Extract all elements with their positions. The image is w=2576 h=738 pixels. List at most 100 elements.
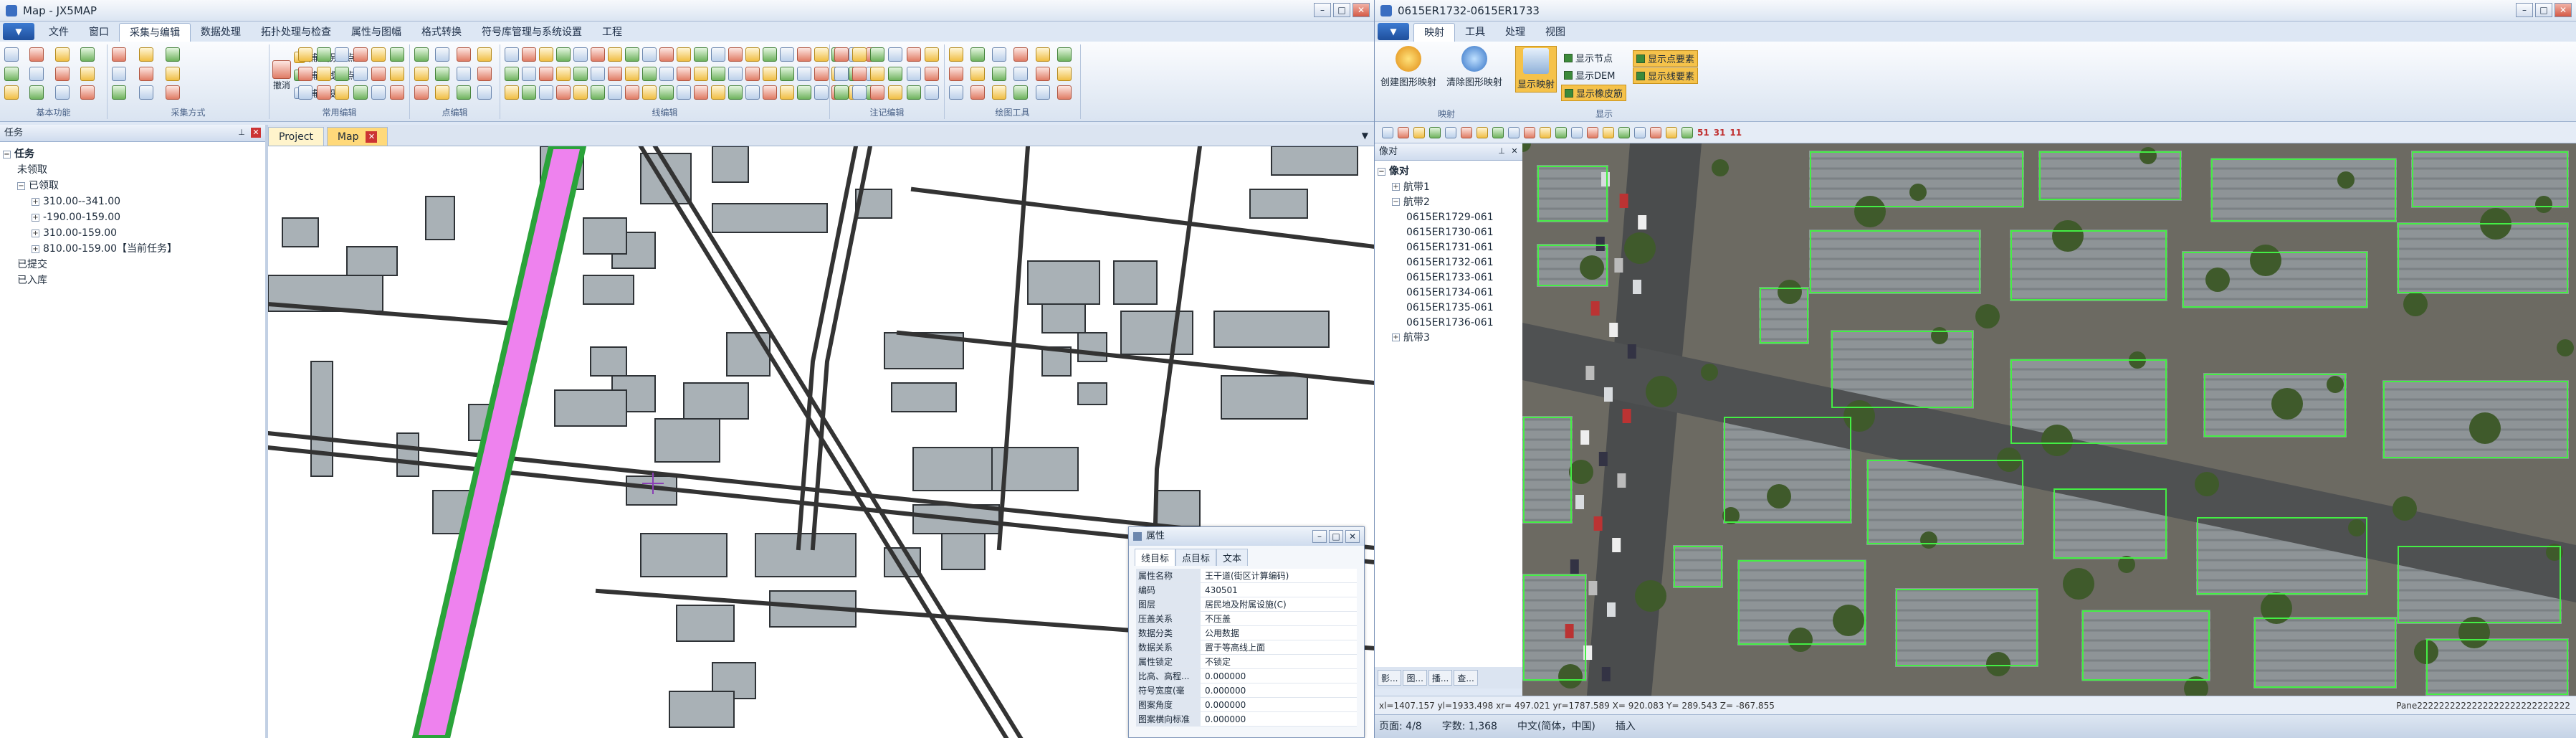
ribbon-tool-icon[interactable] bbox=[414, 85, 429, 100]
ribbon-tool-icon[interactable] bbox=[763, 66, 777, 81]
ribbon-tool-icon[interactable] bbox=[642, 85, 657, 100]
building[interactable] bbox=[583, 217, 627, 255]
building[interactable] bbox=[1113, 260, 1158, 305]
ribbon-tool-icon[interactable] bbox=[906, 47, 921, 62]
property-row[interactable]: 属性名称 王干道(街区计算编码) bbox=[1136, 569, 1357, 583]
minimize-button[interactable]: – bbox=[1312, 530, 1327, 543]
ribbon-tool-icon[interactable] bbox=[112, 66, 126, 81]
menu-tab[interactable]: 文件 bbox=[39, 23, 79, 42]
building[interactable] bbox=[590, 346, 627, 377]
ribbon-tool-icon[interactable] bbox=[54, 47, 70, 62]
property-value[interactable]: 不压盖 bbox=[1201, 612, 1357, 625]
ribbon-tool-icon[interactable] bbox=[522, 66, 536, 81]
image-tool-icon[interactable] bbox=[1634, 126, 1646, 138]
property-row[interactable]: 编码 430501 bbox=[1136, 583, 1357, 597]
image-tool-icon[interactable] bbox=[1650, 126, 1661, 138]
display-checkbox[interactable]: 显示节点 bbox=[1561, 50, 1616, 65]
ribbon-tool-icon[interactable] bbox=[834, 66, 849, 81]
ribbon-tool-icon[interactable] bbox=[522, 85, 536, 100]
building[interactable] bbox=[676, 605, 735, 642]
ribbon-tool-icon[interactable] bbox=[992, 85, 1007, 100]
ribbon-tool-icon[interactable] bbox=[298, 85, 313, 100]
status-insert-mode[interactable]: 插入 bbox=[1616, 715, 1636, 738]
ribbon-tool-icon[interactable] bbox=[54, 66, 70, 81]
ribbon-tool-icon[interactable] bbox=[1035, 47, 1050, 62]
ribbon-tool-icon[interactable] bbox=[797, 66, 811, 81]
task-tree-item[interactable]: 未领取 bbox=[3, 162, 262, 178]
ribbon-tool-icon[interactable] bbox=[316, 85, 331, 100]
ribbon-tool-icon[interactable] bbox=[677, 85, 691, 100]
ribbon-tool-icon[interactable] bbox=[852, 66, 867, 81]
ribbon-tool-icon[interactable] bbox=[112, 47, 126, 62]
ribbon-tool-icon[interactable] bbox=[992, 66, 1007, 81]
menu-tab[interactable]: 工程 bbox=[592, 23, 632, 42]
ribbon-tool-icon[interactable] bbox=[316, 47, 331, 62]
maximize-button[interactable]: □ bbox=[2535, 3, 2552, 17]
ribbon-tool-icon[interactable] bbox=[625, 66, 639, 81]
ribbon-tool-icon[interactable] bbox=[591, 66, 605, 81]
image-tool-icon[interactable] bbox=[1492, 126, 1504, 138]
task-tree-item[interactable]: − 已领取 bbox=[3, 178, 262, 194]
task-tree-item[interactable]: +310.00-159.00 bbox=[3, 225, 262, 241]
ribbon-tool-icon[interactable] bbox=[591, 85, 605, 100]
ribbon-tool-icon[interactable] bbox=[870, 66, 885, 81]
building[interactable] bbox=[1221, 375, 1308, 420]
ribbon-tool-icon[interactable] bbox=[625, 85, 639, 100]
ribbon-tool-icon[interactable] bbox=[573, 66, 588, 81]
pin-icon[interactable]: ⊥ bbox=[237, 128, 247, 138]
ribbon-tool-icon[interactable] bbox=[573, 85, 588, 100]
roof[interactable] bbox=[1895, 588, 2038, 667]
menu-tab[interactable]: 格式转换 bbox=[411, 23, 472, 42]
ribbon-tool-icon[interactable] bbox=[435, 85, 450, 100]
aerial-image[interactable] bbox=[1522, 143, 2576, 696]
ribbon-tool-icon[interactable] bbox=[573, 47, 588, 62]
ribbon-tool-icon[interactable] bbox=[924, 47, 939, 62]
strip-tree-root[interactable]: − 像对 bbox=[1378, 164, 1520, 179]
ribbon-tool-icon[interactable] bbox=[694, 66, 708, 81]
ribbon-tool-icon[interactable] bbox=[1056, 85, 1072, 100]
menu-tab[interactable]: 窗口 bbox=[79, 23, 119, 42]
tab-project[interactable]: Project bbox=[268, 127, 324, 146]
strip-tree-item[interactable]: − 航带2 bbox=[1378, 194, 1520, 209]
collapse-icon[interactable]: − bbox=[3, 150, 11, 159]
roof[interactable] bbox=[2210, 158, 2397, 222]
collapse-icon[interactable]: − bbox=[17, 181, 25, 190]
building[interactable] bbox=[941, 533, 986, 570]
ribbon-tool-icon[interactable] bbox=[353, 47, 368, 62]
strip-tree-item[interactable]: 0615ER1731-061 bbox=[1378, 240, 1520, 255]
property-value[interactable]: 0.000000 bbox=[1201, 712, 1357, 726]
building[interactable] bbox=[755, 533, 857, 577]
ribbon-tool-icon[interactable] bbox=[870, 85, 885, 100]
ribbon-tool-icon[interactable] bbox=[166, 47, 181, 62]
tab-dropdown-icon[interactable]: ▼ bbox=[1362, 131, 1368, 141]
building[interactable] bbox=[654, 418, 720, 463]
roof[interactable] bbox=[2038, 151, 2182, 201]
ribbon-tool-icon[interactable] bbox=[456, 66, 471, 81]
menu-tab[interactable]: 工具 bbox=[1455, 23, 1495, 42]
property-value[interactable]: 置于等高线上面 bbox=[1201, 640, 1357, 654]
building[interactable] bbox=[1077, 382, 1107, 405]
panel-tab[interactable]: 图... bbox=[1403, 670, 1427, 686]
ribbon-tool-icon[interactable] bbox=[138, 47, 153, 62]
ortho-image-view[interactable] bbox=[1522, 143, 2576, 696]
ribbon-tool-icon[interactable] bbox=[456, 85, 471, 100]
ribbon-tool-icon[interactable] bbox=[298, 47, 313, 62]
ribbon-tool-icon[interactable] bbox=[745, 66, 760, 81]
ribbon-tool-icon[interactable] bbox=[335, 47, 349, 62]
property-row[interactable]: 属性锁定 不锁定 bbox=[1136, 655, 1357, 669]
toolbar-number[interactable]: 51 bbox=[1697, 128, 1709, 138]
ribbon-tool-icon[interactable] bbox=[477, 47, 492, 62]
property-row[interactable]: 图案角度 0.000000 bbox=[1136, 698, 1357, 712]
property-tab[interactable]: 文本 bbox=[1216, 549, 1249, 566]
property-row[interactable]: 比高、高程... 0.000000 bbox=[1136, 669, 1357, 683]
menu-tab[interactable]: 数据处理 bbox=[191, 23, 251, 42]
ribbon-tool-icon[interactable] bbox=[138, 66, 153, 81]
property-row[interactable]: 压盖关系 不压盖 bbox=[1136, 612, 1357, 626]
ribbon-tool-icon[interactable] bbox=[522, 47, 536, 62]
display-checkbox[interactable]: 显示橡皮筋 bbox=[1561, 85, 1627, 101]
building[interactable] bbox=[726, 332, 771, 377]
clear-mapping-button[interactable]: 清除图形映射 bbox=[1446, 46, 1502, 88]
ribbon-tool-icon[interactable] bbox=[924, 85, 939, 100]
ribbon-tool-icon[interactable] bbox=[477, 66, 492, 81]
property-row[interactable]: 数据分类 公用数据 bbox=[1136, 626, 1357, 640]
